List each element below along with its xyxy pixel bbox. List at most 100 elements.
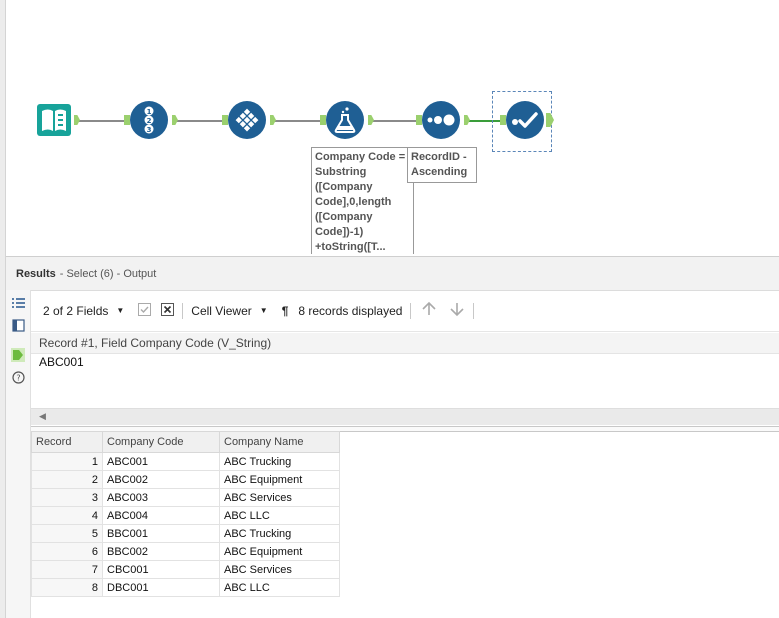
company-name-cell[interactable]: ABC Services xyxy=(219,560,340,579)
output-anchor[interactable] xyxy=(368,115,374,125)
company-code-cell[interactable]: ABC004 xyxy=(102,506,220,525)
table-row[interactable]: 8 DBC001 ABC LLC xyxy=(31,578,340,597)
output-anchor[interactable] xyxy=(270,115,276,125)
record-cell[interactable]: 2 xyxy=(31,470,103,489)
record-cell[interactable]: 3 xyxy=(31,488,103,507)
chevron-down-icon: ▼ xyxy=(259,306,268,315)
column-header-company-code[interactable]: Company Code xyxy=(102,431,220,453)
output-anchor[interactable] xyxy=(464,115,470,125)
company-code-cell[interactable]: CBC001 xyxy=(102,560,220,579)
table-row[interactable]: 6 BBC002 ABC Equipment xyxy=(31,542,340,561)
formula-annotation[interactable]: Company Code = Substring ([Company Code]… xyxy=(311,147,414,254)
arrow-down-icon[interactable] xyxy=(449,301,465,320)
company-name-cell[interactable]: ABC Equipment xyxy=(219,470,340,489)
horizontal-scrollbar[interactable]: ◀ xyxy=(31,408,779,425)
formula-tool[interactable] xyxy=(326,101,364,139)
table-header-row: Record Company Code Company Name xyxy=(31,431,340,453)
results-toolbar: 2 of 2 Fields ▼ Cell Viewer ▼ ¶ 8 record… xyxy=(31,290,779,332)
company-code-cell[interactable]: ABC003 xyxy=(102,488,220,507)
record-cell[interactable]: 4 xyxy=(31,506,103,525)
table-row[interactable]: 2 ABC002 ABC Equipment xyxy=(31,470,340,489)
company-name-cell[interactable]: ABC Services xyxy=(219,488,340,507)
output-anchor[interactable] xyxy=(172,115,178,125)
company-name-cell[interactable]: ABC LLC xyxy=(219,578,340,597)
annotation-line: RecordID - xyxy=(411,151,467,163)
deselect-icon[interactable] xyxy=(161,302,175,319)
flask-icon xyxy=(334,107,356,133)
output-data-icon[interactable] xyxy=(11,348,25,362)
numbered-list-icon: 1 2 3 xyxy=(144,106,154,134)
viewer-dropdown[interactable]: Cell Viewer ▼ xyxy=(191,304,267,318)
table-row[interactable]: 4 ABC004 ABC LLC xyxy=(31,506,340,525)
column-header-company-name[interactable]: Company Name xyxy=(219,431,340,453)
table-row[interactable]: 1 ABC001 ABC Trucking xyxy=(31,452,340,471)
toolbar-separator xyxy=(182,302,184,319)
annotation-line: Code],0,length xyxy=(315,196,392,208)
record-id-tool[interactable]: 1 2 3 xyxy=(130,101,168,139)
company-name-cell[interactable]: ABC LLC xyxy=(219,506,340,525)
book-icon xyxy=(37,104,71,136)
results-header: Results - Select (6) - Output xyxy=(6,256,779,291)
output-anchor[interactable] xyxy=(546,113,554,127)
connector xyxy=(274,120,320,122)
company-name-cell[interactable]: ABC Trucking xyxy=(219,524,340,543)
dots-icon xyxy=(427,114,455,126)
cell-value: ABC001 xyxy=(39,355,84,369)
svg-text:1: 1 xyxy=(147,108,152,116)
record-cell[interactable]: 8 xyxy=(31,578,103,597)
check-icon[interactable] xyxy=(138,302,152,319)
record-cell[interactable]: 5 xyxy=(31,524,103,543)
cell-viewer-header: Record #1, Field Company Code (V_String) xyxy=(31,333,779,354)
company-name-cell[interactable]: ABC Equipment xyxy=(219,542,340,561)
pilcrow-icon[interactable]: ¶ xyxy=(282,304,289,318)
toolbar-separator xyxy=(410,302,412,319)
svg-text:3: 3 xyxy=(147,126,152,134)
company-code-cell[interactable]: ABC002 xyxy=(102,470,220,489)
table-body: 1 ABC001 ABC Trucking 2 ABC002 ABC Equipment 3… xyxy=(31,452,340,597)
cell-header-text: Record #1, Field Company Code (V_String) xyxy=(39,336,272,350)
results-table: Record Company Code Company Name 1 ABC001… xyxy=(31,431,340,597)
results-side-bar: ? xyxy=(6,290,31,618)
list-icon[interactable] xyxy=(11,296,25,310)
annotation-line: +toString([T... xyxy=(315,241,386,253)
diamond-grid-icon xyxy=(235,108,259,132)
checkmark-icon xyxy=(512,112,538,128)
record-cell[interactable]: 6 xyxy=(31,542,103,561)
connector xyxy=(372,120,416,122)
results-subtitle: - Select (6) - Output xyxy=(59,267,157,280)
arrow-up-icon[interactable] xyxy=(421,301,437,320)
svg-text:2: 2 xyxy=(147,117,152,125)
annotation-line: ([Company xyxy=(315,181,373,193)
scroll-left-icon[interactable]: ◀ xyxy=(39,411,46,422)
company-code-cell[interactable]: BBC001 xyxy=(102,524,220,543)
browse-tool[interactable] xyxy=(506,101,544,139)
messages-icon[interactable] xyxy=(11,318,25,332)
annotation-line: Company Code = xyxy=(315,151,406,163)
company-code-cell[interactable]: ABC001 xyxy=(102,452,220,471)
toolbar-separator xyxy=(473,302,475,319)
input-data-tool[interactable] xyxy=(36,102,72,138)
help-icon[interactable]: ? xyxy=(11,370,25,384)
select-tool[interactable] xyxy=(228,101,266,139)
record-cell[interactable]: 7 xyxy=(31,560,103,579)
sort-tool[interactable] xyxy=(422,101,460,139)
record-cell[interactable]: 1 xyxy=(31,452,103,471)
company-code-cell[interactable]: DBC001 xyxy=(102,578,220,597)
results-title: Results xyxy=(16,267,56,280)
workflow-canvas[interactable]: 1 2 3 Company Code = Substring ([Company… xyxy=(6,0,779,254)
company-name-cell[interactable]: ABC Trucking xyxy=(219,452,340,471)
fields-dropdown[interactable]: 2 of 2 Fields ▼ xyxy=(43,304,124,318)
table-row[interactable]: 7 CBC001 ABC Services xyxy=(31,560,340,579)
records-count: 8 records displayed xyxy=(298,303,403,318)
table-row[interactable]: 5 BBC001 ABC Trucking xyxy=(31,524,340,543)
sort-annotation[interactable]: RecordID - Ascending xyxy=(407,147,477,183)
table-row[interactable]: 3 ABC003 ABC Services xyxy=(31,488,340,507)
annotation-line: Ascending xyxy=(411,166,468,178)
connector xyxy=(78,120,124,122)
annotation-line: Code])-1) xyxy=(315,226,364,238)
company-code-cell[interactable]: BBC002 xyxy=(102,542,220,561)
output-anchor[interactable] xyxy=(74,115,80,125)
column-header-record[interactable]: Record xyxy=(31,431,103,453)
connector xyxy=(176,120,222,122)
viewer-label: Cell Viewer xyxy=(191,303,252,318)
